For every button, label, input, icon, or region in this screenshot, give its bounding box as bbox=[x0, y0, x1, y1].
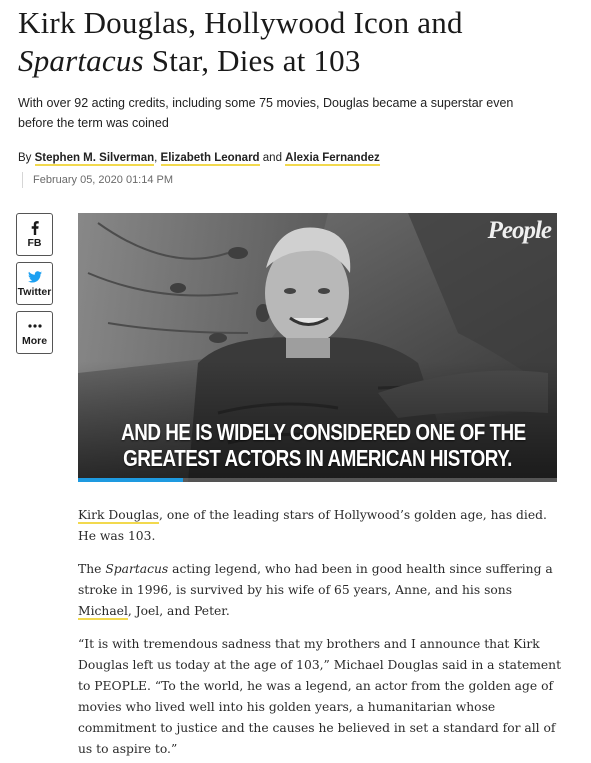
article-paragraph: The Spartacus acting legend, who had bee… bbox=[78, 559, 563, 622]
kirk-douglas-link[interactable]: Kirk Douglas bbox=[78, 508, 159, 524]
byline-prefix: By bbox=[18, 152, 35, 164]
video-progress-bar[interactable] bbox=[78, 478, 557, 482]
facebook-icon bbox=[31, 220, 39, 235]
article-paragraph: “It is with tremendous sadness that my b… bbox=[78, 637, 562, 756]
article-headline: Kirk Douglas, Hollywood Icon and Spartacu… bbox=[18, 4, 583, 80]
article-body: Kirk Douglas, one of the leading stars o… bbox=[78, 505, 563, 763]
hero-video[interactable]: People AND HE IS WIDELY CONSIDERED ONE O… bbox=[78, 213, 557, 482]
share-more-button[interactable]: More bbox=[16, 311, 53, 354]
share-twitter-label: Twitter bbox=[17, 285, 52, 298]
headline-part1: Kirk Douglas, Hollywood Icon and bbox=[18, 5, 463, 40]
headline-italic: Spartacus bbox=[18, 43, 144, 78]
video-caption: AND HE IS WIDELY CONSIDERED ONE OF THE G… bbox=[121, 419, 526, 471]
share-facebook-button[interactable]: FB bbox=[16, 213, 53, 256]
article-dek: With over 92 acting credits, including s… bbox=[18, 96, 514, 130]
article-paragraph: Kirk Douglas, one of the leading stars o… bbox=[78, 505, 563, 547]
share-more-label: More bbox=[21, 334, 48, 347]
share-facebook-label: FB bbox=[27, 236, 42, 249]
paragraph-text: , Joel, and Peter. bbox=[127, 604, 230, 618]
headline-part2: Star, Dies at 103 bbox=[143, 43, 361, 78]
publish-date: February 05, 2020 01:14 PM bbox=[22, 172, 173, 188]
author-link-1[interactable]: Stephen M. Silverman bbox=[34, 152, 155, 166]
paragraph-text: The bbox=[78, 562, 106, 576]
people-logo: People bbox=[487, 217, 552, 244]
byline-sep: and bbox=[259, 152, 286, 164]
byline-sep: , bbox=[154, 152, 161, 164]
share-twitter-button[interactable]: Twitter bbox=[16, 262, 53, 305]
video-caption-line: GREATEST ACTORS IN AMERICAN HISTORY. bbox=[123, 445, 512, 471]
more-dots-icon bbox=[27, 319, 42, 333]
byline: By Stephen M. Silverman, Elizabeth Leona… bbox=[18, 152, 380, 166]
michael-link[interactable]: Michael bbox=[78, 604, 128, 620]
twitter-icon bbox=[27, 270, 42, 284]
video-caption-line: AND HE IS WIDELY CONSIDERED ONE OF THE bbox=[121, 419, 526, 445]
author-link-3[interactable]: Alexia Fernandez bbox=[285, 152, 380, 166]
author-link-2[interactable]: Elizabeth Leonard bbox=[160, 152, 260, 166]
paragraph-italic: Spartacus bbox=[105, 562, 169, 576]
video-progress-fill bbox=[78, 478, 184, 482]
